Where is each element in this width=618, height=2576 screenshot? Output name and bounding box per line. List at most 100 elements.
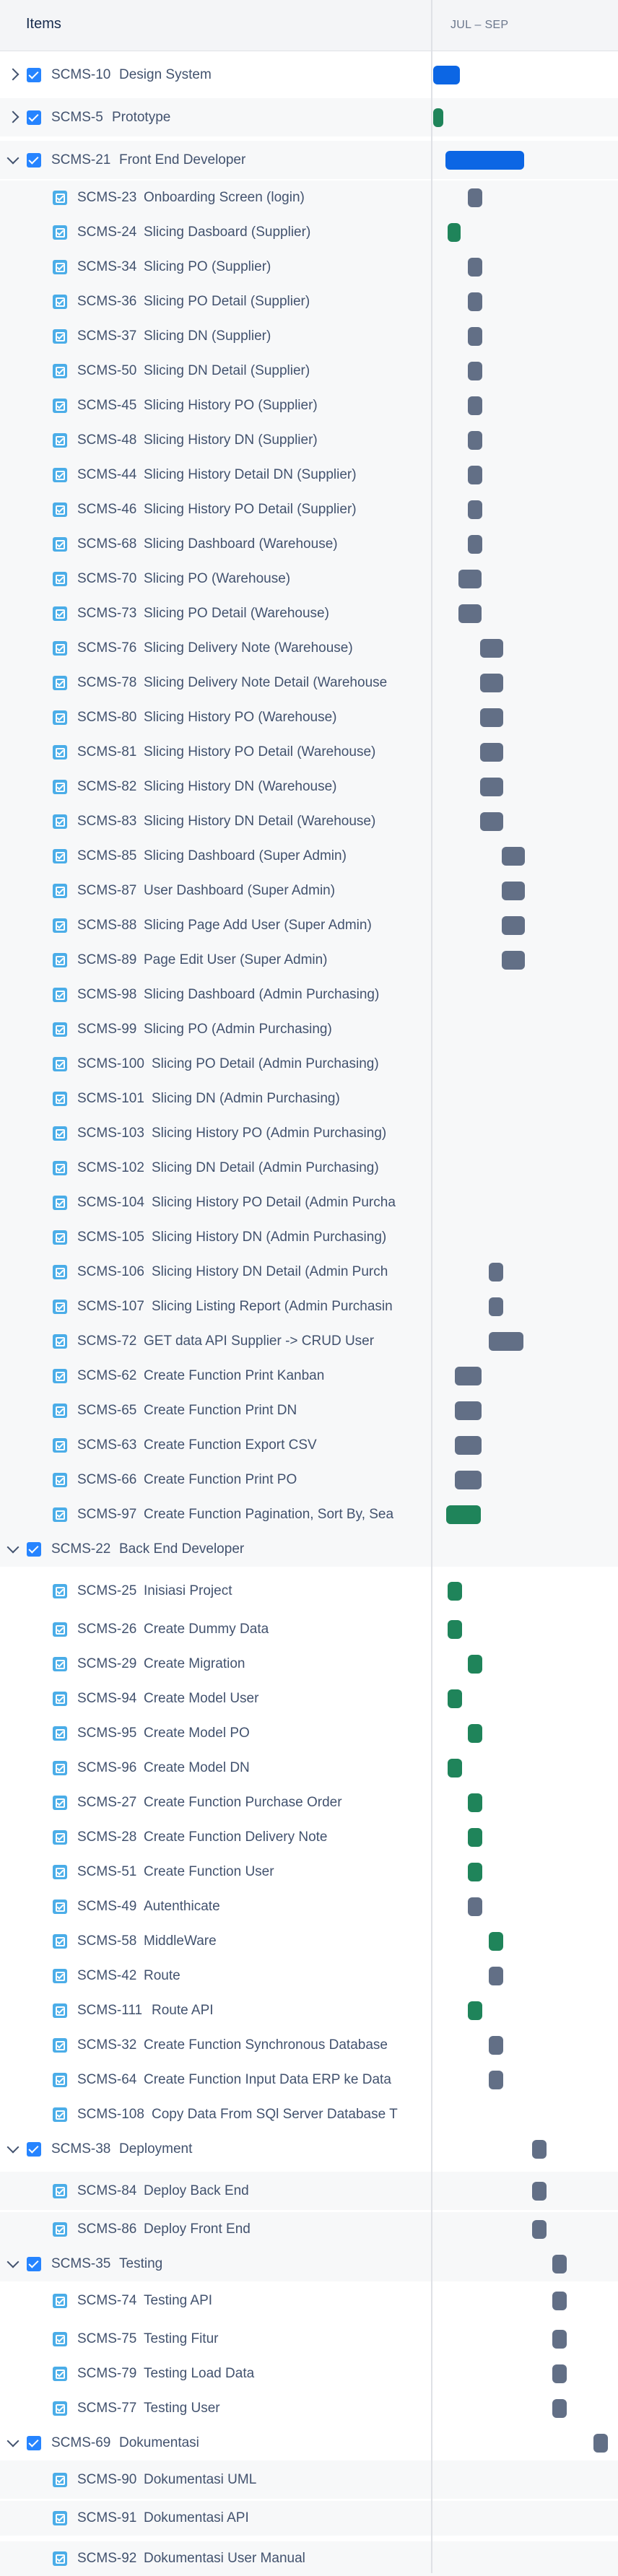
issue-summary[interactable]: User Dashboard (Super Admin) bbox=[144, 883, 425, 899]
timeline-bar[interactable] bbox=[552, 2330, 567, 2349]
issue-key[interactable]: SCMS-21 bbox=[51, 152, 110, 168]
issue-summary[interactable]: Slicing PO (Warehouse) bbox=[144, 571, 425, 587]
epic-row[interactable]: SCMS-22 Back End Developer bbox=[0, 1532, 618, 1567]
issue-key[interactable]: SCMS-77 bbox=[77, 2401, 136, 2416]
task-row[interactable]: SCMS-97 Create Function Pagination, Sort … bbox=[0, 1497, 618, 1532]
issue-key[interactable]: SCMS-88 bbox=[77, 918, 136, 934]
task-row[interactable]: SCMS-78 Slicing Delivery Note Detail (War… bbox=[0, 666, 618, 700]
issue-summary[interactable]: Deploy Front End bbox=[144, 2222, 425, 2237]
task-row[interactable]: SCMS-63 Create Function Export CSV bbox=[0, 1428, 618, 1463]
epic-row[interactable]: SCMS-69 Dokumentasi bbox=[0, 2426, 618, 2460]
issue-summary[interactable]: Dokumentasi bbox=[119, 2435, 425, 2451]
task-row[interactable]: SCMS-108 Copy Data From SQl Server Databa… bbox=[0, 2097, 618, 2132]
issue-summary[interactable]: GET data API Supplier -> CRUD User bbox=[144, 1333, 425, 1349]
issue-summary[interactable]: Slicing Delivery Note (Warehouse) bbox=[144, 640, 425, 656]
task-row[interactable]: SCMS-85 Slicing Dashboard (Super Admin) bbox=[0, 839, 618, 874]
task-row[interactable]: SCMS-49 Autenthicate bbox=[0, 1889, 618, 1924]
task-row[interactable]: SCMS-74 Testing API bbox=[0, 2281, 618, 2320]
issue-summary[interactable]: Route API bbox=[152, 2003, 425, 2019]
issue-key[interactable]: SCMS-106 bbox=[77, 1264, 144, 1280]
issue-key[interactable]: SCMS-84 bbox=[77, 2183, 136, 2199]
issue-summary[interactable]: Dokumentasi UML bbox=[144, 2472, 425, 2488]
issue-key[interactable]: SCMS-44 bbox=[77, 467, 136, 483]
issue-summary[interactable]: Slicing History PO (Admin Purchasing) bbox=[152, 1126, 425, 1141]
issue-key[interactable]: SCMS-95 bbox=[77, 1726, 136, 1741]
timeline-bar[interactable] bbox=[448, 1620, 462, 1639]
timeline-bar[interactable] bbox=[458, 570, 482, 588]
issue-summary[interactable]: Create Function Synchronous Database bbox=[144, 2037, 425, 2053]
timeline-bar[interactable] bbox=[480, 812, 503, 831]
issue-summary[interactable]: Create Function User bbox=[144, 1864, 425, 1880]
issue-key[interactable]: SCMS-50 bbox=[77, 363, 136, 379]
timeline-bar[interactable] bbox=[532, 2140, 547, 2159]
task-row[interactable]: SCMS-104 Slicing History PO Detail (Admin… bbox=[0, 1185, 618, 1220]
timeline-bar[interactable] bbox=[552, 2291, 567, 2310]
task-row[interactable]: SCMS-86 Deploy Front End bbox=[0, 2212, 618, 2247]
issue-key[interactable]: SCMS-79 bbox=[77, 2366, 136, 2382]
task-row[interactable]: SCMS-76 Slicing Delivery Note (Warehouse) bbox=[0, 631, 618, 666]
issue-summary[interactable]: Create Function Purchase Order bbox=[144, 1795, 425, 1811]
chevron-down-icon[interactable] bbox=[6, 2434, 19, 2447]
task-row[interactable]: SCMS-100 Slicing PO Detail (Admin Purchas… bbox=[0, 1047, 618, 1082]
task-row[interactable]: SCMS-51 Create Function User bbox=[0, 1855, 618, 1889]
issue-summary[interactable]: Inisiasi Project bbox=[144, 1583, 425, 1599]
timeline-bar[interactable] bbox=[593, 2434, 608, 2453]
issue-summary[interactable]: Slicing Dashboard (Warehouse) bbox=[144, 536, 425, 552]
issue-key[interactable]: SCMS-74 bbox=[77, 2293, 136, 2309]
issue-key[interactable]: SCMS-101 bbox=[77, 1091, 144, 1107]
issue-key[interactable]: SCMS-42 bbox=[77, 1968, 136, 1984]
task-row[interactable]: SCMS-99 Slicing PO (Admin Purchasing) bbox=[0, 1012, 618, 1047]
task-row[interactable]: SCMS-46 Slicing History PO Detail (Suppli… bbox=[0, 492, 618, 527]
timeline-bar[interactable] bbox=[448, 1581, 462, 1601]
task-row[interactable]: SCMS-28 Create Function Delivery Note bbox=[0, 1820, 618, 1855]
issue-key[interactable]: SCMS-108 bbox=[77, 2107, 144, 2123]
issue-key[interactable]: SCMS-89 bbox=[77, 952, 136, 968]
issue-key[interactable]: SCMS-58 bbox=[77, 1933, 136, 1949]
timeline-bar[interactable] bbox=[552, 2255, 567, 2273]
issue-summary[interactable]: Slicing History DN Detail (Warehouse) bbox=[144, 814, 425, 830]
timeline-bar[interactable] bbox=[480, 674, 503, 692]
timeline-bar[interactable] bbox=[468, 2001, 482, 2020]
task-row[interactable]: SCMS-32 Create Function Synchronous Datab… bbox=[0, 2028, 618, 2063]
issue-summary[interactable]: Slicing DN (Admin Purchasing) bbox=[152, 1091, 425, 1107]
issue-summary[interactable]: Slicing Delivery Note Detail (Warehouse bbox=[144, 675, 425, 691]
task-row[interactable]: SCMS-81 Slicing History PO Detail (Wareho… bbox=[0, 735, 618, 770]
issue-summary[interactable]: Create Function Print PO bbox=[144, 1472, 425, 1488]
task-row[interactable]: SCMS-48 Slicing History DN (Supplier) bbox=[0, 423, 618, 458]
timeline-bar[interactable] bbox=[502, 847, 525, 866]
panel-divider[interactable] bbox=[431, 0, 432, 2573]
issue-summary[interactable]: Slicing History PO Detail (Supplier) bbox=[144, 502, 425, 518]
task-row[interactable]: SCMS-75 Testing Fitur bbox=[0, 2322, 618, 2357]
epic-row[interactable]: SCMS-38 Deployment bbox=[0, 2132, 618, 2167]
issue-key[interactable]: SCMS-36 bbox=[77, 294, 136, 310]
issue-key[interactable]: SCMS-90 bbox=[77, 2472, 136, 2488]
task-row[interactable]: SCMS-58 MiddleWare bbox=[0, 1924, 618, 1959]
timeline-bar[interactable] bbox=[468, 535, 482, 554]
issue-key[interactable]: SCMS-38 bbox=[51, 2141, 110, 2157]
timeline-bar[interactable] bbox=[455, 1401, 482, 1420]
epic-row[interactable]: SCMS-10 Design System bbox=[0, 56, 618, 94]
timeline-bar[interactable] bbox=[468, 1793, 482, 1812]
task-row[interactable]: SCMS-90 Dokumentasi UML bbox=[0, 2460, 618, 2499]
timeline-bar[interactable] bbox=[552, 2399, 567, 2418]
checkbox-icon[interactable] bbox=[27, 67, 41, 82]
issue-summary[interactable]: Slicing History PO Detail (Warehouse) bbox=[144, 744, 425, 760]
issue-key[interactable]: SCMS-48 bbox=[77, 432, 136, 448]
task-row[interactable]: SCMS-29 Create Migration bbox=[0, 1647, 618, 1681]
timeline-bar[interactable] bbox=[532, 2220, 547, 2239]
issue-summary[interactable]: Slicing PO Detail (Warehouse) bbox=[144, 606, 425, 622]
task-row[interactable]: SCMS-83 Slicing History DN Detail (Wareho… bbox=[0, 804, 618, 839]
issue-key[interactable]: SCMS-83 bbox=[77, 814, 136, 830]
timeline-bar[interactable] bbox=[468, 1863, 482, 1881]
timeline-bar[interactable] bbox=[468, 1655, 482, 1674]
issue-key[interactable]: SCMS-34 bbox=[77, 259, 136, 275]
timeline-bar[interactable] bbox=[489, 1263, 503, 1282]
issue-key[interactable]: SCMS-91 bbox=[77, 2510, 136, 2526]
issue-summary[interactable]: Create Function Print Kanban bbox=[144, 1368, 425, 1384]
timeline-bar[interactable] bbox=[489, 1297, 503, 1316]
timeline-bar[interactable] bbox=[480, 639, 503, 658]
checkbox-icon[interactable] bbox=[27, 2142, 41, 2157]
issue-key[interactable]: SCMS-73 bbox=[77, 606, 136, 622]
task-row[interactable]: SCMS-77 Testing User bbox=[0, 2391, 618, 2426]
issue-key[interactable]: SCMS-68 bbox=[77, 536, 136, 552]
